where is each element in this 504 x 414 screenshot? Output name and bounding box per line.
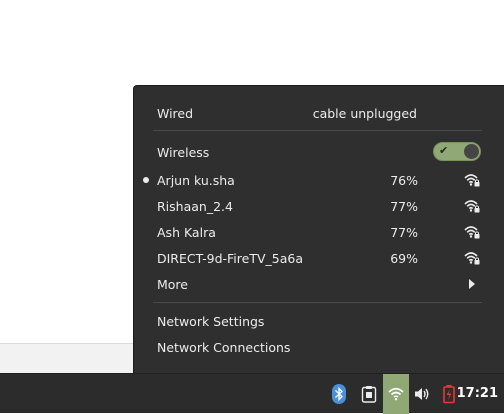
clipboard-icon[interactable] (357, 382, 381, 406)
network-settings-label: Network Settings (157, 313, 265, 329)
network-name: Rishaan_2.4 (157, 198, 233, 214)
network-item[interactable]: Arjun ku.sha 76% (134, 168, 504, 192)
wifi-secure-icon (464, 174, 480, 187)
network-menu: Wired cable unplugged Wireless ✔ Arjun k… (133, 85, 504, 373)
wifi-secure-icon (464, 226, 480, 239)
network-item[interactable]: DIRECT-9d-FireTV_5a6a 69% (134, 246, 504, 270)
more-label: More (157, 276, 188, 292)
network-name: DIRECT-9d-FireTV_5a6a (157, 250, 303, 266)
wired-status: cable unplugged (312, 105, 417, 121)
separator (153, 130, 482, 131)
network-settings-item[interactable]: Network Settings (134, 309, 504, 333)
wireless-toggle[interactable]: ✔ (433, 142, 481, 161)
wireless-label: Wireless (157, 144, 210, 160)
toggle-knob (464, 144, 479, 159)
separator (153, 302, 482, 303)
network-connections-label: Network Connections (157, 339, 291, 355)
chevron-right-icon (469, 279, 475, 289)
network-item[interactable]: Ash Kalra 77% (134, 220, 504, 244)
network-name: Ash Kalra (157, 224, 216, 240)
bottom-panel: 17:21 (0, 373, 504, 414)
wired-label: Wired (157, 105, 194, 121)
network-connections-item[interactable]: Network Connections (134, 335, 504, 359)
wifi-secure-icon (464, 200, 480, 213)
volume-icon[interactable] (410, 382, 434, 406)
wifi-secure-icon (464, 252, 480, 265)
connected-bullet-icon (143, 177, 149, 183)
network-signal: 77% (390, 224, 418, 240)
bluetooth-icon[interactable] (327, 382, 351, 406)
more-submenu[interactable]: More (134, 272, 504, 296)
network-signal: 77% (390, 198, 418, 214)
wifi-icon[interactable] (383, 374, 409, 414)
wired-row[interactable]: Wired cable unplugged (134, 101, 504, 125)
check-icon: ✔ (439, 144, 449, 157)
wireless-row: Wireless ✔ (134, 140, 504, 164)
network-name: Arjun ku.sha (157, 172, 235, 188)
network-signal: 69% (390, 250, 418, 266)
background-window-strip (0, 343, 134, 374)
clock[interactable]: 17:21 (457, 386, 498, 401)
network-item[interactable]: Rishaan_2.4 77% (134, 194, 504, 218)
network-signal: 76% (390, 172, 418, 188)
